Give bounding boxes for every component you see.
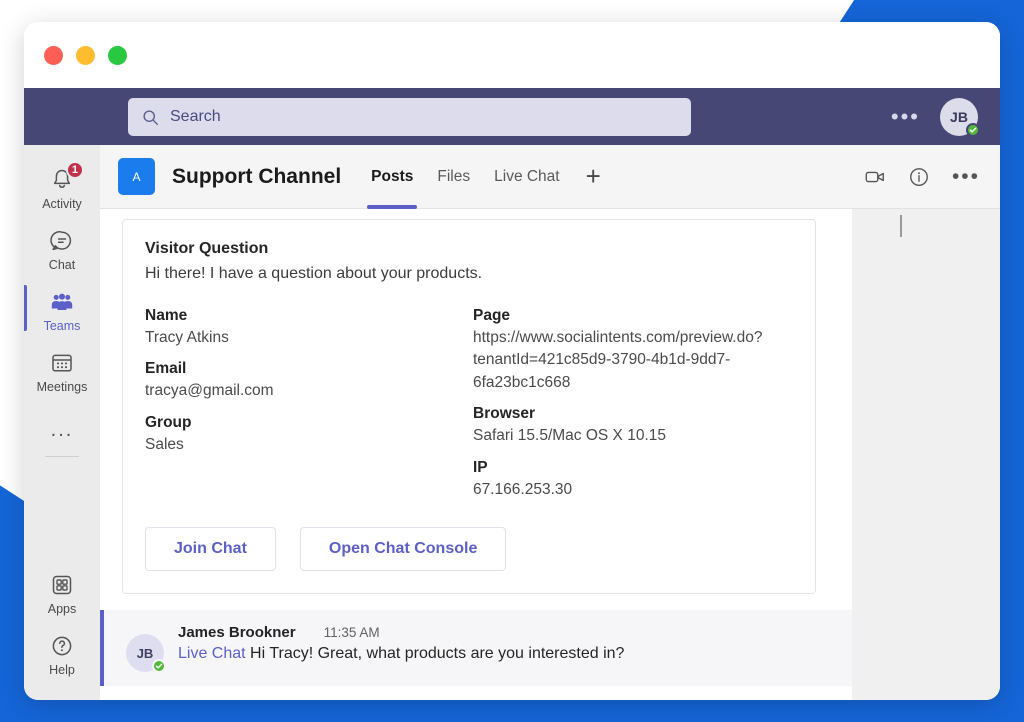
field-label-page: Page [473,307,793,325]
sidebar-item-label: Teams [44,319,81,333]
left-rail: 1 Activity Chat [24,145,100,700]
message-timestamp: 11:35 AM [324,625,380,640]
maximize-window-button[interactable] [108,46,127,65]
join-chat-button[interactable]: Join Chat [145,527,276,571]
message-body-wrap: James Brookner 11:35 AM Live Chat Hi Tra… [178,624,624,663]
avatar-initials: JB [137,646,154,661]
mention-live-chat[interactable]: Live Chat [178,645,246,662]
card-columns: Name Tracy Atkins Email tracya@gmail.com… [145,307,793,501]
sidebar-item-help[interactable]: Help [24,623,100,684]
page-root: Search ••• JB [0,0,1024,722]
sidebar-item-activity[interactable]: 1 Activity [24,157,100,218]
sidebar-bottom-group: Apps Help [24,562,100,700]
presence-available-icon [966,123,980,137]
card-heading: Visitor Question [145,240,793,258]
sidebar-item-meetings[interactable]: Meetings [24,340,100,401]
visitor-question-card: Visitor Question Hi there! I have a ques… [122,219,816,594]
field-value-group: Sales [145,434,473,456]
message-body: Hi Tracy! Great, what products are you i… [250,645,624,662]
message-thread: Visitor Question Hi there! I have a ques… [100,209,852,700]
sidebar-item-label: Meetings [37,380,88,394]
sidebar-item-label: Activity [42,197,82,211]
sidebar-item-label: Apps [48,602,77,616]
info-circle-icon[interactable] [908,166,930,188]
sidebar-item-label: Help [49,663,75,677]
tab-files[interactable]: Files [425,145,482,209]
app-window: Search ••• JB [24,22,1000,700]
calendar-icon [49,350,75,376]
field-value-name: Tracy Atkins [145,327,473,349]
avatar[interactable]: JB [126,634,164,672]
topbar-right-group: ••• JB [891,88,978,145]
field-value-ip: 67.166.253.30 [473,479,793,501]
message-author: James Brookner [178,624,296,641]
right-pane [852,209,1000,700]
sidebar-item-label: Chat [49,258,75,272]
sidebar-item-teams[interactable]: Teams [24,279,100,340]
search-input[interactable]: Search [128,98,691,136]
tab-live-chat[interactable]: Live Chat [482,145,571,209]
presence-available-icon [152,659,166,673]
question-circle-icon [49,633,75,659]
ellipsis-icon[interactable]: ••• [891,106,920,128]
adaptive-card-container: Visitor Question Hi there! I have a ques… [100,209,852,594]
page-title: Support Channel [172,165,341,189]
card-column-left: Name Tracy Atkins Email tracya@gmail.com… [145,307,473,501]
activity-badge-count: 1 [66,161,84,179]
video-camera-icon[interactable] [864,166,886,188]
field-value-browser: Safari 15.5/Mac OS X 10.15 [473,425,793,447]
sidebar-item-chat[interactable]: Chat [24,218,100,279]
ellipsis-icon[interactable]: ••• [952,166,980,187]
message-meta: James Brookner 11:35 AM [178,624,624,641]
avatar-initials: JB [950,109,968,125]
field-label-name: Name [145,307,473,325]
field-label-browser: Browser [473,405,793,423]
channel-tabs: Posts Files Live Chat + [359,145,611,209]
card-subtext: Hi there! I have a question about your p… [145,265,793,283]
channel-header-actions: ••• [864,166,980,188]
window-titlebar [24,22,1000,88]
content-column: A Support Channel Posts Files Live Chat … [100,145,1000,700]
sidebar-more-apps-button[interactable]: ... [51,401,74,452]
field-value-email: tracya@gmail.com [145,380,473,402]
main-area: Visitor Question Hi there! I have a ques… [100,209,1000,700]
field-label-group: Group [145,414,473,432]
sidebar-divider [45,456,79,457]
search-placeholder: Search [170,108,221,126]
decorative-blue-bar-right [998,60,1024,722]
team-avatar[interactable]: A [118,158,155,195]
add-tab-button[interactable]: + [572,161,611,192]
text-caret [900,215,902,237]
channel-header: A Support Channel Posts Files Live Chat … [100,145,1000,209]
card-column-right: Page https://www.socialintents.com/previ… [473,307,793,501]
open-chat-console-button[interactable]: Open Chat Console [300,527,506,571]
field-label-ip: IP [473,459,793,477]
sidebar-item-apps[interactable]: Apps [24,562,100,623]
card-actions: Join Chat Open Chat Console [145,527,793,571]
message-text: Live Chat Hi Tracy! Great, what products… [178,645,624,663]
field-label-email: Email [145,360,473,378]
field-value-page: https://www.socialintents.com/preview.do… [473,327,793,394]
chat-bubble-icon [49,228,75,254]
app-topbar: Search ••• JB [24,88,1000,145]
people-icon [49,289,75,315]
avatar[interactable]: JB [940,98,978,136]
message-item[interactable]: JB James Brookner 11:35 AM [100,610,852,686]
search-icon [142,109,159,126]
apps-grid-icon [49,572,75,598]
tab-posts[interactable]: Posts [359,145,425,209]
app-body: 1 Activity Chat [24,145,1000,700]
minimize-window-button[interactable] [76,46,95,65]
close-window-button[interactable] [44,46,63,65]
